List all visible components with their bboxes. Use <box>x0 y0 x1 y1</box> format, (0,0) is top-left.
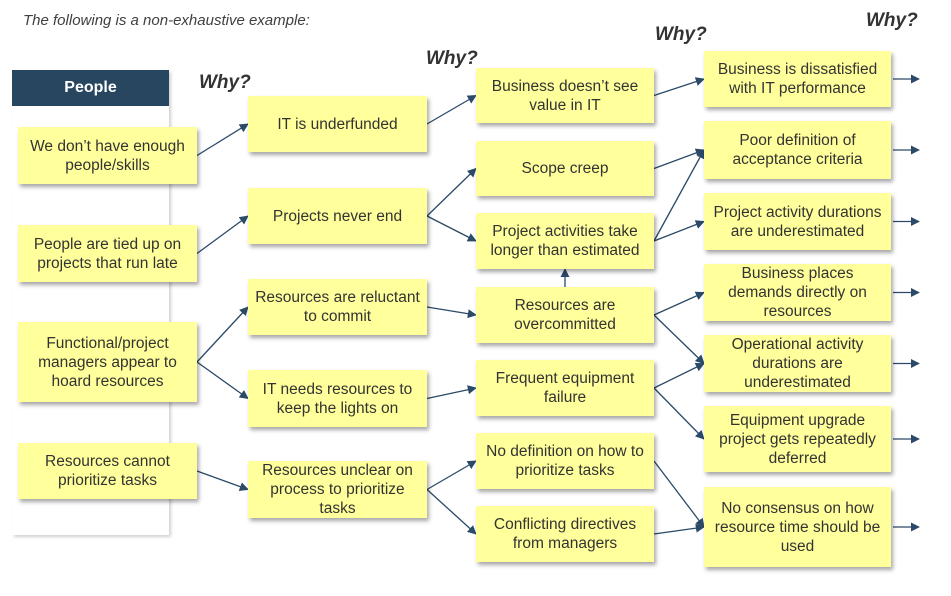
cause-node[interactable]: Scope creep <box>476 141 654 196</box>
connector-arrow <box>426 167 477 217</box>
cause-node[interactable]: Project activity durations are underesti… <box>704 193 891 250</box>
cause-node[interactable]: Operational activity durations are under… <box>704 335 891 392</box>
connector-arrow <box>426 489 477 535</box>
cause-node[interactable]: Business places demands directly on reso… <box>704 264 891 321</box>
cause-node[interactable]: No definition on how to prioritize tasks <box>476 433 654 489</box>
connector-arrow <box>653 460 705 528</box>
cause-node[interactable]: Poor definition of acceptance criteria <box>704 121 891 179</box>
cause-node[interactable]: Resources are overcommitted <box>476 287 654 343</box>
connector-arrow <box>196 306 249 363</box>
connector-arrow <box>653 220 705 242</box>
cause-node[interactable]: Business is dissatisfied with IT perform… <box>704 51 891 107</box>
cause-node[interactable]: Business doesn’t see value in IT <box>476 68 654 123</box>
connector-arrow <box>653 77 705 97</box>
connector-arrow <box>426 460 477 491</box>
cause-node[interactable]: Equipment upgrade project gets repeatedl… <box>704 406 891 472</box>
connector-arrow <box>196 123 249 157</box>
cause-node[interactable]: Projects never end <box>248 188 427 244</box>
cause-node[interactable]: People are tied up on projects that run … <box>18 225 197 282</box>
connector-arrow <box>653 523 705 535</box>
connector-arrow <box>653 387 705 440</box>
cause-node[interactable]: Resources cannot prioritize tasks <box>18 443 197 499</box>
cause-node[interactable]: Project activities take longer than esti… <box>476 213 654 269</box>
cause-node[interactable]: Functional/project managers appear to ho… <box>18 322 197 402</box>
connector-arrow <box>653 148 705 170</box>
connector-arrow <box>196 361 249 400</box>
cause-node[interactable]: Frequent equipment failure <box>476 360 654 416</box>
connector-arrow <box>653 362 705 389</box>
cause-node[interactable]: IT needs resources to keep the lights on <box>248 370 427 427</box>
connector-arrow <box>196 470 249 491</box>
connector-arrow <box>426 215 477 242</box>
connector-arrow <box>653 291 705 316</box>
cause-node[interactable]: IT is underfunded <box>248 96 427 152</box>
cause-node[interactable]: We don’t have enough people/skills <box>18 127 197 184</box>
cause-node[interactable]: Conflicting directives from managers <box>476 506 654 562</box>
cause-node[interactable]: No consensus on how resource time should… <box>704 487 891 567</box>
connector-arrow <box>653 314 705 365</box>
cause-node[interactable]: Resources are reluctant to commit <box>248 279 427 335</box>
connector-arrow <box>426 385 477 400</box>
connector-arrow <box>426 94 477 125</box>
cause-node[interactable]: Resources unclear on process to prioriti… <box>248 461 427 518</box>
connector-arrow <box>426 306 477 319</box>
connector-arrow <box>653 149 705 242</box>
connector-arrow <box>196 215 249 255</box>
